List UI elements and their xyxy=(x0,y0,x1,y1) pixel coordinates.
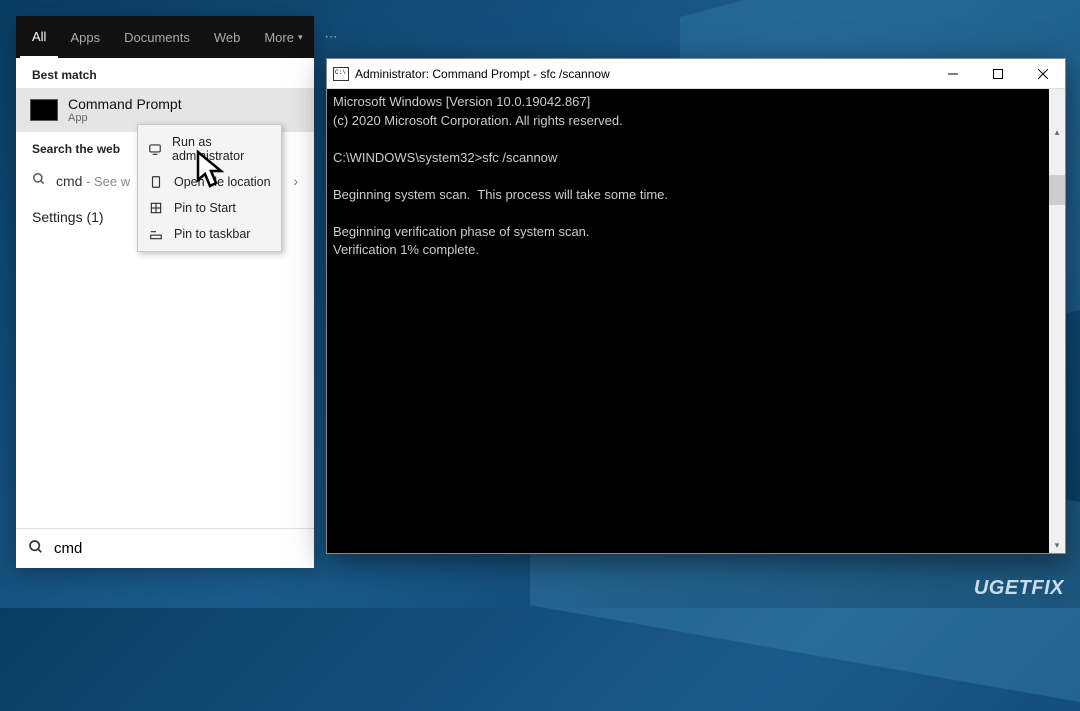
tab-documents[interactable]: Documents xyxy=(112,16,202,58)
ctx-pin-to-start[interactable]: Pin to Start xyxy=(138,195,281,221)
search-icon xyxy=(28,539,44,558)
minimize-button[interactable] xyxy=(930,59,975,88)
window-title: Administrator: Command Prompt - sfc /sca… xyxy=(355,67,930,81)
ctx-label: Run as administrator xyxy=(172,135,271,163)
command-prompt-icon xyxy=(30,99,58,121)
search-tabs-bar: All Apps Documents Web More ▾ ⋯ xyxy=(16,16,314,58)
start-search-panel: All Apps Documents Web More ▾ ⋯ Best mat… xyxy=(16,16,314,568)
admin-shield-icon xyxy=(148,142,162,156)
tabs-overflow-button[interactable]: ⋯ xyxy=(315,29,349,45)
context-menu: Run as administrator Open file location … xyxy=(137,124,282,252)
terminal-output[interactable]: Microsoft Windows [Version 10.0.19042.86… xyxy=(327,89,1065,553)
terminal-text: Microsoft Windows [Version 10.0.19042.86… xyxy=(333,94,668,257)
command-prompt-window: Administrator: Command Prompt - sfc /sca… xyxy=(326,58,1066,554)
maximize-button[interactable] xyxy=(975,59,1020,88)
scroll-down-button[interactable]: ▾ xyxy=(1049,537,1065,553)
web-term: cmd xyxy=(56,173,82,189)
cmd-icon xyxy=(333,67,349,81)
folder-icon xyxy=(148,175,164,189)
search-box xyxy=(16,528,314,568)
scroll-track[interactable] xyxy=(1049,240,1065,553)
tab-more-label: More xyxy=(264,30,294,45)
close-button[interactable] xyxy=(1020,59,1065,88)
result-subtitle: App xyxy=(68,112,182,124)
ctx-label: Open file location xyxy=(174,175,271,189)
ctx-pin-to-taskbar[interactable]: Pin to taskbar xyxy=(138,221,281,247)
ctx-open-file-location[interactable]: Open file location xyxy=(138,169,281,195)
result-text: Command Prompt App xyxy=(68,96,182,124)
scroll-up-button[interactable]: ▴ xyxy=(1049,124,1065,140)
tab-all[interactable]: All xyxy=(20,16,58,58)
result-title: Command Prompt xyxy=(68,96,182,112)
search-input[interactable] xyxy=(54,540,302,557)
window-titlebar[interactable]: Administrator: Command Prompt - sfc /sca… xyxy=(327,59,1065,89)
ctx-run-as-administrator[interactable]: Run as administrator xyxy=(138,129,281,169)
scroll-thumb[interactable] xyxy=(1049,175,1065,205)
pin-taskbar-icon xyxy=(148,227,164,241)
search-icon xyxy=(32,172,46,189)
tab-more[interactable]: More ▾ xyxy=(252,16,314,58)
tab-apps[interactable]: Apps xyxy=(58,16,112,58)
watermark: UGETFIX xyxy=(974,577,1064,600)
chevron-right-icon: › xyxy=(293,173,298,189)
best-match-heading: Best match xyxy=(16,58,314,88)
web-search-label: cmd - See w xyxy=(56,173,130,189)
web-suffix: - See w xyxy=(82,174,130,189)
ctx-label: Pin to Start xyxy=(174,201,236,215)
chevron-down-icon: ▾ xyxy=(298,32,303,43)
ctx-label: Pin to taskbar xyxy=(174,227,250,241)
scrollbar: ▴ ▾ xyxy=(1049,89,1065,553)
tab-web[interactable]: Web xyxy=(202,16,253,58)
pin-start-icon xyxy=(148,201,164,215)
